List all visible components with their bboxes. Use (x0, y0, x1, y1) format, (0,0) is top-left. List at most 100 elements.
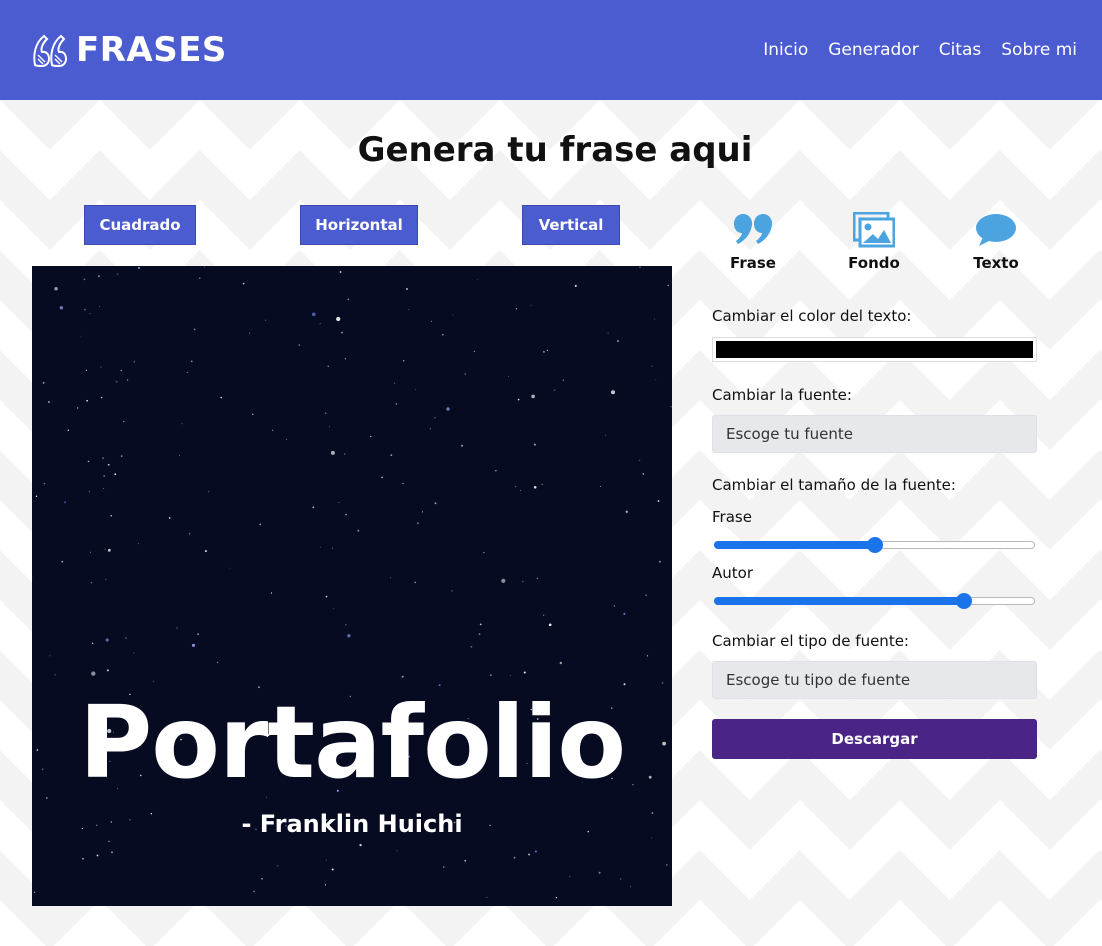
slider-thumb[interactable] (866, 537, 883, 553)
star (408, 309, 410, 311)
star (84, 309, 86, 311)
star (133, 652, 135, 654)
star (133, 361, 135, 363)
star (87, 460, 90, 463)
star (198, 277, 201, 279)
nav-link-inicio[interactable]: Inicio (763, 40, 808, 60)
editor-tabs: Frase Fondo Texto (712, 212, 1037, 278)
star (49, 655, 51, 657)
star (120, 455, 123, 457)
star (325, 859, 327, 861)
star (406, 288, 408, 290)
star (33, 891, 35, 893)
star (242, 282, 245, 285)
star (479, 623, 482, 626)
star (82, 857, 84, 860)
star (264, 319, 266, 321)
phrase-size-slider[interactable] (712, 537, 1037, 553)
top-navbar: FRASES Inicio Generador Citas Sobre mi (0, 0, 1102, 100)
tab-frase[interactable]: Frase (703, 212, 803, 272)
font-type-select[interactable]: Escoge tu tipo de fuente (712, 661, 1037, 699)
star (125, 637, 127, 639)
star (630, 886, 631, 888)
star (339, 271, 342, 273)
star (116, 273, 119, 276)
star (490, 674, 492, 676)
star (188, 532, 191, 535)
star (123, 420, 125, 423)
tab-texto[interactable]: Texto (946, 212, 1046, 272)
star (204, 550, 207, 553)
star (176, 627, 178, 629)
star (286, 439, 288, 440)
star (341, 331, 343, 334)
format-button-vertical[interactable]: Vertical (522, 205, 620, 245)
main-nav: Inicio Generador Citas Sobre mi (763, 40, 1077, 60)
text-color-picker[interactable] (712, 337, 1037, 362)
format-button-cuadrado[interactable]: Cuadrado (84, 205, 196, 245)
nav-link-sobre-mi[interactable]: Sobre mi (1001, 40, 1077, 60)
star (670, 406, 672, 408)
star (103, 488, 105, 489)
author-size-slider[interactable] (712, 593, 1037, 609)
quote-icon (734, 214, 772, 244)
star (541, 483, 543, 485)
image-icon (853, 212, 895, 248)
star (600, 486, 601, 487)
star (422, 511, 423, 513)
brand-name: FRASES (76, 30, 227, 70)
star (396, 850, 398, 852)
star (562, 379, 564, 381)
star (515, 308, 518, 310)
star (181, 423, 183, 425)
star (548, 623, 552, 627)
star (111, 851, 113, 854)
star (107, 548, 111, 552)
format-button-horizontal[interactable]: Horizontal (300, 205, 418, 245)
phrase-preview-canvas: Portafolio - Franklin Huichi (32, 266, 672, 906)
star (277, 865, 279, 867)
text-color-label: Cambiar el color del texto: (712, 307, 912, 325)
star (451, 590, 453, 592)
slider-fill (714, 597, 965, 605)
star (42, 381, 45, 384)
star (477, 279, 479, 281)
star (35, 495, 38, 497)
star (324, 884, 326, 886)
star (394, 382, 396, 384)
star (619, 878, 622, 880)
star (478, 633, 481, 635)
star (623, 612, 626, 615)
download-button[interactable]: Descargar (712, 719, 1037, 759)
star (528, 853, 530, 856)
star (501, 578, 506, 583)
star (530, 304, 532, 306)
star (105, 578, 107, 581)
nav-link-citas[interactable]: Citas (939, 40, 982, 60)
star (47, 401, 50, 403)
star (216, 661, 219, 664)
tab-fondo[interactable]: Fondo (824, 212, 924, 272)
star (91, 642, 94, 644)
star (152, 680, 154, 682)
slider-thumb[interactable] (956, 593, 973, 609)
font-select[interactable]: Escoge tu fuente (712, 415, 1037, 453)
star (417, 522, 419, 524)
star (137, 543, 139, 545)
star (320, 546, 321, 548)
brand-logo[interactable]: FRASES (32, 30, 227, 70)
star (651, 365, 653, 367)
font-label: Cambiar la fuente: (712, 386, 852, 404)
nav-link-generador[interactable]: Generador (828, 40, 918, 60)
star (559, 661, 562, 665)
star (208, 491, 210, 493)
star (534, 850, 537, 853)
star (509, 675, 511, 677)
star (99, 306, 101, 307)
star (107, 463, 110, 466)
star (452, 314, 454, 316)
star (102, 457, 104, 459)
phrase-size-label: Frase (712, 508, 752, 526)
star (229, 567, 231, 569)
star (220, 396, 222, 399)
